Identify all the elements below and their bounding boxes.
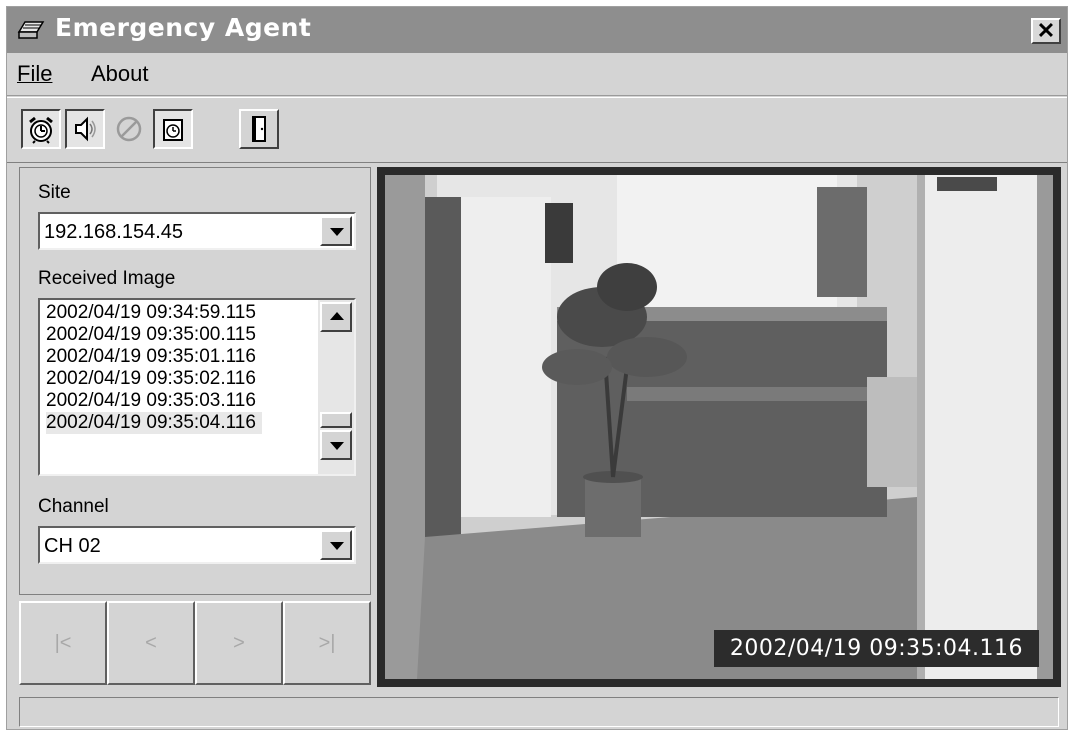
scroll-up-button[interactable] [320, 302, 352, 332]
speaker-icon [75, 116, 96, 142]
channel-label: Channel [38, 496, 109, 517]
first-image-button[interactable]: |< [19, 601, 107, 685]
list-item[interactable]: 2002/04/19 09:35:02.116 [46, 368, 256, 390]
chevron-down-icon [330, 228, 344, 236]
chevron-down-icon [330, 542, 344, 550]
camera-image-view: 2002/04/19 09:35:04.116 [377, 167, 1061, 687]
toolbar [7, 97, 1067, 163]
previous-image-button[interactable]: < [107, 601, 195, 685]
site-value: 192.168.154.45 [44, 221, 184, 243]
chevron-up-icon [330, 312, 344, 320]
toolbar-schedule-button[interactable] [153, 109, 193, 149]
list-item[interactable]: 2002/04/19 09:35:03.116 [46, 390, 256, 412]
exit-door-icon [252, 116, 266, 142]
chevron-down-icon [330, 442, 344, 450]
left-panel: Site 192.168.154.45 Received Image 2002/… [19, 167, 371, 595]
site-label: Site [38, 182, 71, 203]
received-image-label: Received Image [38, 268, 176, 289]
app-logo-icon [17, 21, 45, 39]
menu-about-label: About [91, 61, 149, 86]
close-icon: ✕ [1036, 18, 1056, 43]
toolbar-exit-button[interactable] [239, 109, 279, 149]
list-item[interactable]: 2002/04/19 09:35:01.116 [46, 346, 256, 368]
navigation-bar: |< < > >| [19, 601, 371, 685]
window-title: Emergency Agent [55, 13, 312, 42]
camera-frame-image [377, 167, 1061, 687]
toolbar-alarm-button[interactable] [21, 109, 61, 149]
list-scrollbar[interactable] [318, 300, 354, 474]
menu-file-label: File [17, 61, 53, 86]
close-button[interactable]: ✕ [1031, 18, 1061, 44]
scroll-down-button[interactable] [320, 430, 352, 460]
menu-about[interactable]: About [91, 61, 149, 87]
image-timestamp: 2002/04/19 09:35:04.116 [713, 630, 1039, 667]
toolbar-stop-button[interactable] [109, 109, 149, 149]
list-item[interactable]: 2002/04/19 09:34:59.115 [46, 302, 256, 324]
toolbar-sound-button[interactable] [65, 109, 105, 149]
list-item[interactable]: 2002/04/19 09:35:00.115 [46, 324, 256, 346]
app-window: Emergency Agent ✕ File About Site 192.16… [6, 6, 1068, 730]
received-image-list[interactable]: 2002/04/19 09:34:59.115 2002/04/19 09:35… [38, 298, 356, 476]
menu-bar: File About [7, 53, 1067, 96]
no-entry-icon [116, 116, 142, 142]
alarm-clock-icon [29, 116, 53, 144]
status-bar [19, 697, 1059, 727]
channel-dropdown[interactable]: CH 02 [38, 526, 356, 564]
menu-file[interactable]: File [17, 61, 52, 87]
site-dropdown[interactable]: 192.168.154.45 [38, 212, 356, 250]
channel-value: CH 02 [44, 535, 101, 557]
next-image-button[interactable]: > [195, 601, 283, 685]
scroll-thumb[interactable] [320, 412, 352, 428]
last-image-button[interactable]: >| [283, 601, 371, 685]
schedule-icon [163, 119, 183, 141]
site-dropdown-button[interactable] [320, 216, 352, 246]
list-item-selected[interactable]: 2002/04/19 09:35:04.116 [46, 412, 262, 434]
title-bar[interactable]: Emergency Agent ✕ [7, 7, 1067, 53]
channel-dropdown-button[interactable] [320, 530, 352, 560]
